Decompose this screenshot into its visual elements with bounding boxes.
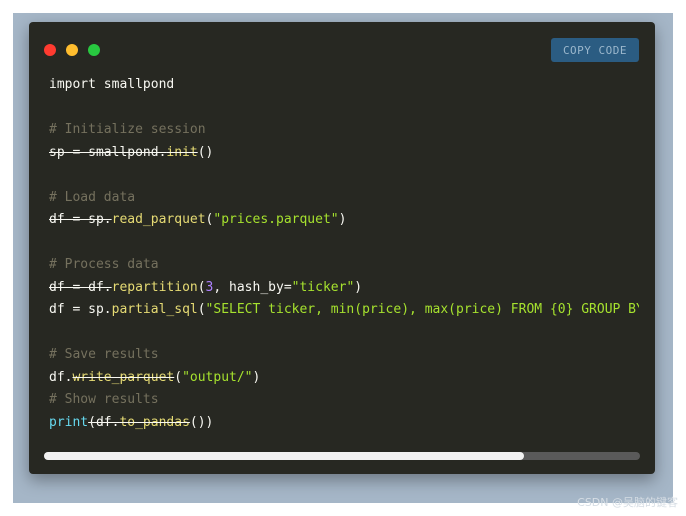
code-token: "output/": [182, 369, 253, 385]
code-line: df.write_parquet("output/"): [49, 367, 639, 390]
code-token: df.: [49, 369, 73, 385]
code-token: import smallpond: [49, 77, 175, 92]
code-token: init: [166, 144, 198, 160]
code-token: (df.: [88, 414, 120, 430]
horizontal-scrollbar[interactable]: [44, 452, 640, 460]
code-token: ): [354, 279, 363, 295]
code-block: COPY CODE import smallpond # Initialize …: [29, 22, 655, 474]
code-line: # Load data: [49, 187, 639, 210]
code-token: # Save results: [49, 347, 159, 362]
watermark: CSDN @吴脑的键客: [577, 496, 678, 509]
maximize-dot-icon: [88, 44, 100, 56]
code-token: repartition: [111, 279, 198, 295]
code-token: # Load data: [49, 189, 136, 205]
code-token: df = sp.: [49, 302, 112, 317]
code-token: "SELECT ticker, min(price), max(price) F…: [205, 302, 639, 317]
code-line: df = sp.partial_sql("SELECT ticker, min(…: [49, 299, 639, 322]
minimize-dot-icon: [66, 44, 78, 56]
scrollbar-thumb[interactable]: [44, 452, 524, 460]
code-token: (): [197, 144, 214, 160]
code-line: print(df.to_pandas()): [49, 412, 639, 435]
code-token: (: [197, 302, 206, 317]
code-line: sp = smallpond.init(): [49, 142, 639, 165]
code-token: print: [49, 414, 89, 430]
copy-code-button[interactable]: COPY CODE: [551, 38, 639, 62]
code-line: # Save results: [49, 344, 639, 367]
code-token: ()): [189, 414, 214, 430]
code-token: (: [174, 369, 183, 385]
code-content: import smallpond # Initialize session sp …: [49, 74, 639, 434]
code-token: df = sp.: [49, 212, 112, 227]
code-line: # Process data: [49, 254, 639, 277]
code-token: (: [197, 279, 206, 295]
code-line: # Show results: [49, 389, 639, 412]
code-line: df = df.repartition(3, hash_by="ticker"): [49, 277, 639, 300]
code-line: df = sp.read_parquet("prices.parquet"): [49, 209, 639, 232]
code-token: read_parquet: [111, 212, 206, 227]
code-token: "ticker": [291, 279, 355, 295]
code-line: import smallpond: [49, 74, 639, 97]
code-token: partial_sql: [111, 302, 198, 317]
code-token: "prices.parquet": [213, 212, 339, 227]
code-token: # Process data: [49, 257, 159, 272]
code-token: ): [252, 369, 261, 385]
code-token: write_parquet: [72, 369, 175, 385]
code-token: df = df.: [49, 279, 112, 295]
code-line: # Initialize session: [49, 119, 639, 142]
close-dot-icon: [44, 44, 56, 56]
code-token: ): [338, 212, 347, 227]
code-token: sp = smallpond.: [49, 144, 167, 160]
code-token: # Initialize session: [49, 122, 206, 137]
code-token: , hash_by=: [213, 279, 292, 295]
code-token: # Show results: [49, 392, 159, 407]
code-token: to_pandas: [119, 414, 190, 430]
